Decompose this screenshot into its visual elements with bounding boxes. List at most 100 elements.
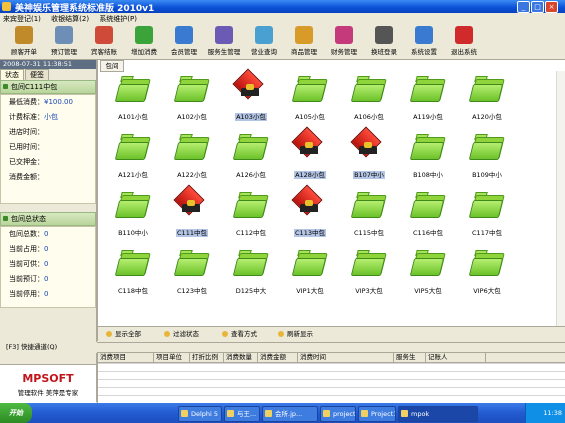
room-tile[interactable]: A103小包	[220, 68, 282, 133]
taskbar-window-button[interactable]: Project1	[358, 406, 396, 422]
folder-front	[173, 258, 209, 276]
folder-front	[409, 142, 445, 160]
room-tile[interactable]: C112中包	[220, 187, 282, 249]
refresh-button[interactable]: 刷新显示	[278, 329, 313, 339]
room-name: A103小包	[235, 113, 267, 121]
toolbar-button[interactable]: 顾客开单	[4, 25, 44, 58]
search-icon	[255, 26, 273, 44]
room-name: A126小包	[236, 171, 266, 179]
room-tile[interactable]: A105小包	[279, 71, 341, 133]
maximize-button[interactable]: □	[531, 1, 544, 13]
room-tile[interactable]: C118中包	[102, 245, 164, 307]
close-button[interactable]: ×	[545, 1, 558, 13]
room-tile[interactable]: C123中包	[161, 245, 223, 307]
room-tile[interactable]: A119小包	[397, 71, 459, 133]
system-tray-clock: 11:38	[525, 403, 565, 423]
column-header[interactable]: 服务生	[394, 353, 426, 362]
room-tile[interactable]: A120小包	[456, 71, 518, 133]
room-tile[interactable]: A106小包	[338, 71, 400, 133]
toolbar-button[interactable]: 换班登录	[364, 25, 404, 58]
add-consume-icon	[135, 26, 153, 44]
room-tile[interactable]: A102小包	[161, 71, 223, 133]
toolbar-button[interactable]: 预订管理	[44, 25, 84, 58]
taskbar-window-button[interactable]: Delphi 5	[178, 406, 222, 422]
column-header[interactable]: 记账人	[426, 353, 486, 362]
table-body	[98, 363, 565, 402]
column-header[interactable]: 消费金额	[258, 353, 298, 362]
room-tile[interactable]: B110中小	[102, 187, 164, 249]
room-tile[interactable]: A121小包	[102, 129, 164, 191]
column-header[interactable]: 消费时间	[298, 353, 394, 362]
info-row: 当前预订：0	[1, 272, 95, 287]
quick-channel[interactable]: [F3] 快捷通道(Q)	[0, 342, 102, 353]
goods-icon	[295, 26, 313, 44]
brand-area: MPSOFT 管理软件 美萍是专家	[0, 364, 96, 403]
room-name: A102小包	[177, 113, 207, 121]
folder-front	[468, 84, 504, 102]
vertical-scrollbar[interactable]	[556, 71, 565, 326]
room-tile[interactable]: D125中大	[220, 245, 282, 307]
room-label: D125中大	[220, 285, 282, 295]
window-app-icon	[265, 410, 272, 417]
room-tile[interactable]: C117中包	[456, 187, 518, 249]
toolbar-button[interactable]: 财务管理	[324, 25, 364, 58]
info-value: 0	[44, 230, 49, 238]
toolbar-button[interactable]: 增加消费	[124, 25, 164, 58]
menu-guest-register[interactable]: 来宾登记(1)	[0, 13, 46, 24]
column-header[interactable]: 打折比例	[190, 353, 224, 362]
finance-icon	[335, 26, 353, 44]
room-name: C113中包	[294, 229, 326, 237]
room-tile[interactable]: VIP6大包	[456, 245, 518, 307]
room-tile[interactable]: B109中小	[456, 129, 518, 191]
room-tile[interactable]: C115中包	[338, 187, 400, 249]
room-label: A101小包	[102, 111, 164, 121]
room-tile[interactable]: C111中包	[161, 184, 223, 249]
filter-status-button[interactable]: 过滤状态	[164, 329, 199, 339]
menu-system[interactable]: 系统维护(P)	[96, 13, 142, 24]
room-tile[interactable]: A101小包	[102, 71, 164, 133]
info-row: 消费金额：	[1, 170, 95, 185]
toolbar-button[interactable]: 宾客结账	[84, 25, 124, 58]
info-value: 0	[44, 260, 49, 268]
info-label: 当前可供：	[9, 260, 44, 268]
free-room-icon	[468, 191, 505, 218]
folder-front	[232, 258, 268, 276]
toolbar-button[interactable]: 营业查询	[244, 25, 284, 58]
start-button[interactable]: 开始	[0, 403, 32, 423]
room-tile[interactable]: VIP5大包	[397, 245, 459, 307]
room-tile[interactable]: B107中小	[338, 126, 400, 191]
free-room-icon	[114, 133, 151, 160]
info-label: 进店时间：	[9, 128, 44, 136]
room-tile[interactable]: C116中包	[397, 187, 459, 249]
column-header[interactable]: 消费数量	[224, 353, 258, 362]
toolbar-button-label: 退出系统	[451, 48, 477, 56]
waiter-icon	[215, 26, 233, 44]
room-tile[interactable]: A128小包	[279, 126, 341, 191]
room-tile[interactable]: B108中小	[397, 129, 459, 191]
info-row: 进店时间：	[1, 125, 95, 140]
toolbar-button[interactable]: 会员管理	[164, 25, 204, 58]
minimize-button[interactable]: _	[517, 1, 530, 13]
room-name: A101小包	[118, 113, 148, 121]
room-tile[interactable]: A122小包	[161, 129, 223, 191]
toolbar-button[interactable]: 退出系统	[444, 25, 484, 58]
info-label: 当前占用：	[9, 245, 44, 253]
column-header[interactable]: 消费项目	[98, 353, 154, 362]
toolbar-button[interactable]: 商品管理	[284, 25, 324, 58]
view-mode-button[interactable]: 查看方式	[222, 329, 257, 339]
taskbar-window-button[interactable]: 与王...	[224, 406, 260, 422]
room-tile[interactable]: A126小包	[220, 129, 282, 191]
taskbar-window-button[interactable]: project	[320, 406, 356, 422]
toolbar-button[interactable]: 服务生管理	[204, 25, 244, 58]
menu-checkout[interactable]: 收银结算(2)	[48, 13, 94, 24]
consumption-table: 消费项目 项目单位 打折比例 消费数量 消费金额 消费时间 服务生 记账人	[97, 352, 565, 404]
column-header[interactable]: 项目单位	[154, 353, 190, 362]
info-label: 已用时间：	[9, 143, 44, 151]
room-tile[interactable]: VIP3大包	[338, 245, 400, 307]
toolbar-button[interactable]: 系统设置	[404, 25, 444, 58]
show-all-button[interactable]: 显示全部	[106, 329, 141, 339]
taskbar-window-button[interactable]: mpok	[398, 406, 478, 422]
room-tile[interactable]: VIP1大包	[279, 245, 341, 307]
room-tile[interactable]: C113中包	[279, 184, 341, 249]
taskbar-window-button[interactable]: 会所.jp...	[262, 406, 318, 422]
